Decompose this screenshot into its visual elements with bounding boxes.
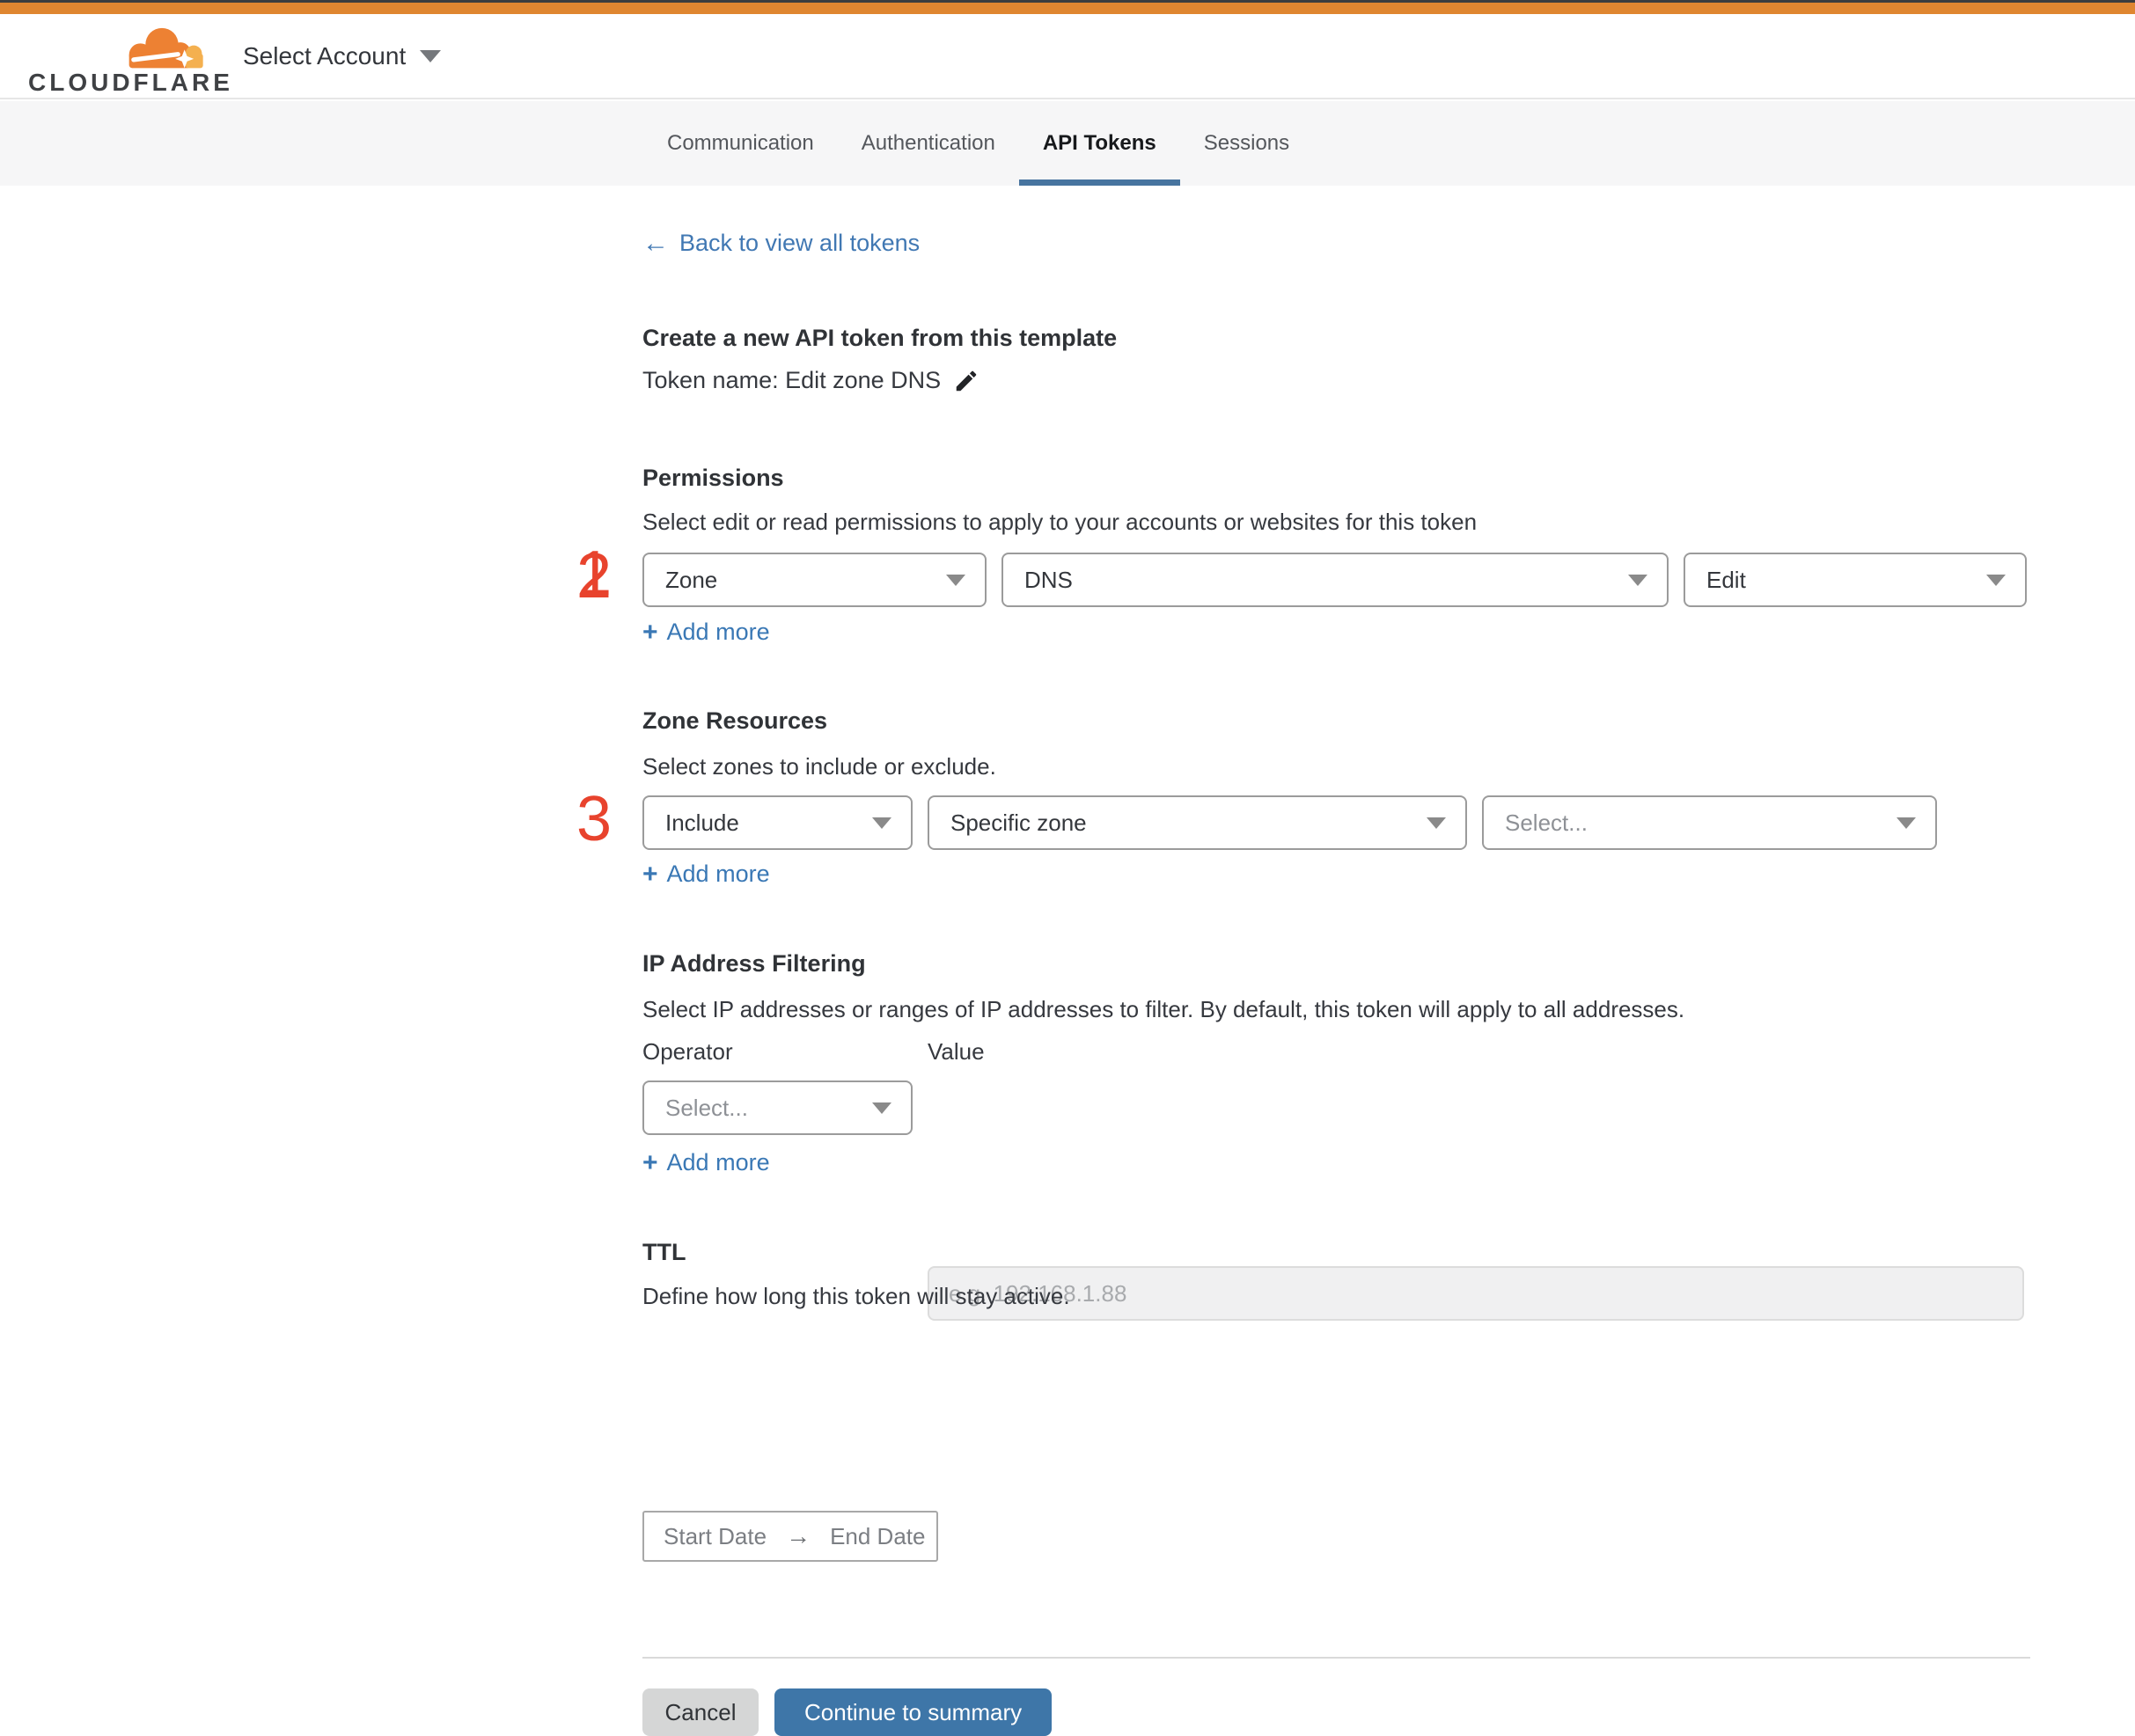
value-label: Value [928,1038,985,1065]
ttl-date-range-picker[interactable]: Start Date → End Date [642,1511,938,1562]
select-value: DNS [1024,566,1073,593]
permission-access-select[interactable]: Edit [1684,553,2027,607]
ip-filtering-heading: IP Address Filtering [642,950,866,977]
tab-label: Sessions [1203,131,1290,155]
logo-wordmark: CLOUDFLARE [28,69,233,96]
select-placeholder: Select... [1505,809,1588,836]
add-more-label: Add more [666,861,770,887]
account-selector[interactable]: Select Account [243,14,442,98]
ip-filtering-description: Select IP addresses or ranges of IP addr… [642,996,1685,1022]
select-value: Zone [665,566,718,593]
ttl-heading: TTL [642,1239,686,1265]
tab-label: Communication [667,131,814,155]
page-title: Create a new API token from this templat… [642,325,1118,351]
zone-resources-add-more-link[interactable]: + Add more [642,861,770,888]
tab-bar: Communication Authentication API Tokens … [0,101,2135,186]
operator-select[interactable]: Select... [642,1080,913,1135]
permissions-select-row: Zone DNS Edit [642,553,2027,607]
chevron-down-icon [1986,575,2006,586]
permissions-description: Select edit or read permissions to apply… [642,509,1478,535]
tab-api-tokens[interactable]: API Tokens [1018,101,1180,186]
zone-resources-heading: Zone Resources [642,707,828,734]
permission-group-select[interactable]: DNS [1001,553,1669,607]
app-header: CLOUDFLARE Select Account [0,14,2135,99]
token-template-form: ← Back to view all tokens 1 Create a new… [0,186,2135,1736]
chevron-down-icon [872,817,891,829]
permission-scope-select[interactable]: Zone [642,553,987,607]
ip-filtering-add-more-link[interactable]: + Add more [642,1149,770,1176]
back-arrow-icon: ← [642,229,669,258]
continue-to-summary-button[interactable]: Continue to summary [774,1688,1053,1736]
chevron-down-icon [946,575,965,586]
select-value: Specific zone [950,809,1087,836]
chevron-down-icon [1628,575,1647,586]
top-orange-strip [0,3,2135,14]
plus-icon: + [642,618,658,647]
zone-resources-description: Select zones to include or exclude. [642,753,996,780]
back-to-tokens-link[interactable]: ← Back to view all tokens [642,230,920,257]
arrow-right-icon: → [786,1522,811,1549]
plus-icon: + [642,860,658,889]
account-selector-label: Select Account [243,41,407,70]
chevron-down-icon [872,1102,891,1114]
tab-label: API Tokens [1042,131,1156,155]
operator-label: Operator [642,1038,733,1065]
permissions-add-more-link[interactable]: + Add more [642,619,770,646]
zone-include-select[interactable]: Include [642,795,913,850]
edit-pencil-icon[interactable] [953,368,979,394]
plus-icon: + [642,1148,658,1177]
token-name-row: Token name: Edit zone DNS [642,367,979,394]
chevron-down-icon [1897,817,1916,829]
chevron-down-icon [1427,817,1446,829]
tab-communication[interactable]: Communication [643,101,838,186]
step-2-marker: 2 [576,541,613,612]
ip-filtering-row: Select... [642,1080,913,1135]
tab-label: Authentication [861,131,995,155]
cancel-button[interactable]: Cancel [642,1688,759,1736]
footer-divider [642,1657,2030,1659]
select-value: Edit [1706,566,1746,593]
add-more-label: Add more [666,619,770,645]
permissions-heading: Permissions [642,465,784,491]
select-placeholder: Select... [665,1094,748,1121]
back-link-label: Back to view all tokens [679,230,921,256]
cloudflare-cloud-icon [128,27,203,69]
cloudflare-logo: CLOUDFLARE [26,19,230,100]
tab-authentication[interactable]: Authentication [838,101,1019,186]
end-date-placeholder: End Date [830,1522,926,1549]
ip-value-input[interactable] [928,1266,2024,1321]
step-3-marker: 3 [576,784,613,854]
add-more-label: Add more [666,1149,770,1176]
token-name-text: Token name: Edit zone DNS [642,367,942,393]
select-value: Include [665,809,739,836]
zone-type-select[interactable]: Specific zone [928,795,1467,850]
tab-sessions[interactable]: Sessions [1180,101,1313,186]
ttl-description: Define how long this token will stay act… [642,1283,1070,1309]
footer-actions: Cancel Continue to summary [642,1688,1053,1736]
zone-name-select[interactable]: Select... [1482,795,1937,850]
start-date-placeholder: Start Date [664,1522,767,1549]
chevron-down-icon [420,49,442,62]
zone-resources-select-row: Include Specific zone Select... [642,795,1937,850]
